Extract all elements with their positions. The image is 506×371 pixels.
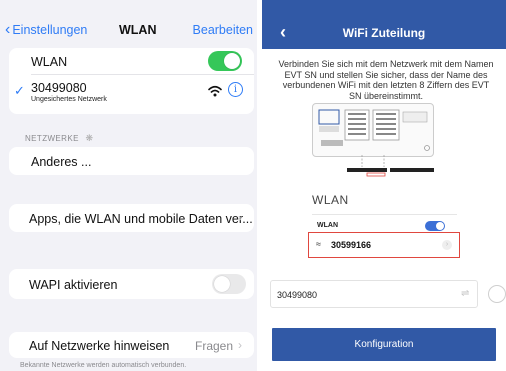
illustration-small-label: WLAN [317, 222, 338, 229]
edit-button[interactable]: Bearbeiten [193, 23, 253, 37]
apps-wlan-data-label: Apps, die WLAN und mobile Daten ver... [29, 212, 253, 226]
apps-wlan-data-row[interactable]: Apps, die WLAN und mobile Daten ver... › [9, 204, 254, 232]
highlighted-network-row: ≈ 30599166 › [308, 232, 460, 258]
other-network-label: Anderes ... [31, 155, 92, 169]
chevron-right-icon: › [442, 240, 452, 250]
notify-networks-label: Auf Netzwerke hinweisen [29, 339, 170, 353]
divider [312, 214, 457, 215]
toggle-knob [224, 53, 240, 69]
swap-arrows-icon[interactable]: ⇌ [461, 288, 469, 299]
wifi-icon: ≈ [316, 239, 321, 249]
refresh-spinner-icon[interactable] [488, 285, 506, 303]
wlan-toggle-row: WLAN [9, 48, 254, 74]
other-network-card[interactable]: Anderes ... [9, 147, 254, 175]
wifi-name-input[interactable] [277, 287, 457, 303]
guide-lines [347, 155, 434, 177]
connected-network-subtitle: Ungesichertes Netzwerk [31, 96, 107, 103]
illustration-big-label: WLAN [312, 193, 349, 207]
wlan-label: WLAN [31, 55, 68, 69]
chevron-right-icon: › [238, 338, 242, 352]
connected-network-row[interactable]: ✓ 30499080 Ungesichertes Netzwerk i [9, 75, 254, 114]
chevron-right-icon: › [238, 211, 242, 225]
page-title: WiFi Zuteilung [342, 26, 426, 40]
notify-networks-row[interactable]: Auf Netzwerke hinweisen Fragen › [9, 332, 254, 358]
configuration-button[interactable]: Konfiguration [272, 328, 496, 361]
networks-section-label: NETZWERKE [25, 134, 79, 143]
wlan-toggle[interactable] [208, 51, 242, 71]
instruction-text: Verbinden Sie sich mit dem Netzwerk mit … [278, 59, 494, 101]
wapi-row: WAPI aktivieren [9, 269, 254, 299]
notify-networks-value: Fragen [195, 339, 234, 353]
wifi-signal-icon [208, 84, 222, 102]
wapi-label: WAPI aktivieren [29, 278, 118, 292]
page-title: WLAN [119, 23, 157, 37]
wlan-screen-illustration: WLAN WLAN ≈ 30599166 › [308, 178, 460, 268]
navigation-bar: ‹ Einstellungen WLAN Bearbeiten [0, 0, 257, 44]
connected-network-name: 30499080 [31, 81, 87, 95]
wifi-name-field[interactable]: ⇌ [270, 280, 478, 308]
checkmark-icon: ✓ [14, 83, 25, 98]
info-icon[interactable]: i [228, 82, 243, 97]
loading-spinner-icon: ❋ [85, 133, 94, 143]
chevron-left-icon: ‹ [5, 21, 11, 38]
networks-section-header: NETZWERKE ❋ [25, 133, 93, 144]
ios-wlan-settings-panel: ‹ Einstellungen WLAN Bearbeiten WLAN ✓ 3… [0, 0, 257, 371]
illustration-toggle [425, 221, 445, 231]
wifi-assignment-panel: ‹ WiFi Zuteilung Verbinden Sie sich mit … [262, 0, 506, 371]
wlan-card: WLAN ✓ 30499080 Ungesichertes Netzwerk i [9, 48, 254, 114]
back-button-label: Einstellungen [12, 23, 88, 37]
illustration-network-name: 30599166 [331, 240, 372, 250]
toggle-knob [214, 276, 230, 292]
device-label-illustration [312, 103, 434, 157]
header-bar: ‹ WiFi Zuteilung [262, 0, 506, 49]
back-button[interactable]: ‹ Einstellungen [5, 21, 88, 38]
notify-footnote: Bekannte Netzwerke werden automatisch ve… [20, 362, 187, 369]
wapi-toggle[interactable] [212, 274, 246, 294]
